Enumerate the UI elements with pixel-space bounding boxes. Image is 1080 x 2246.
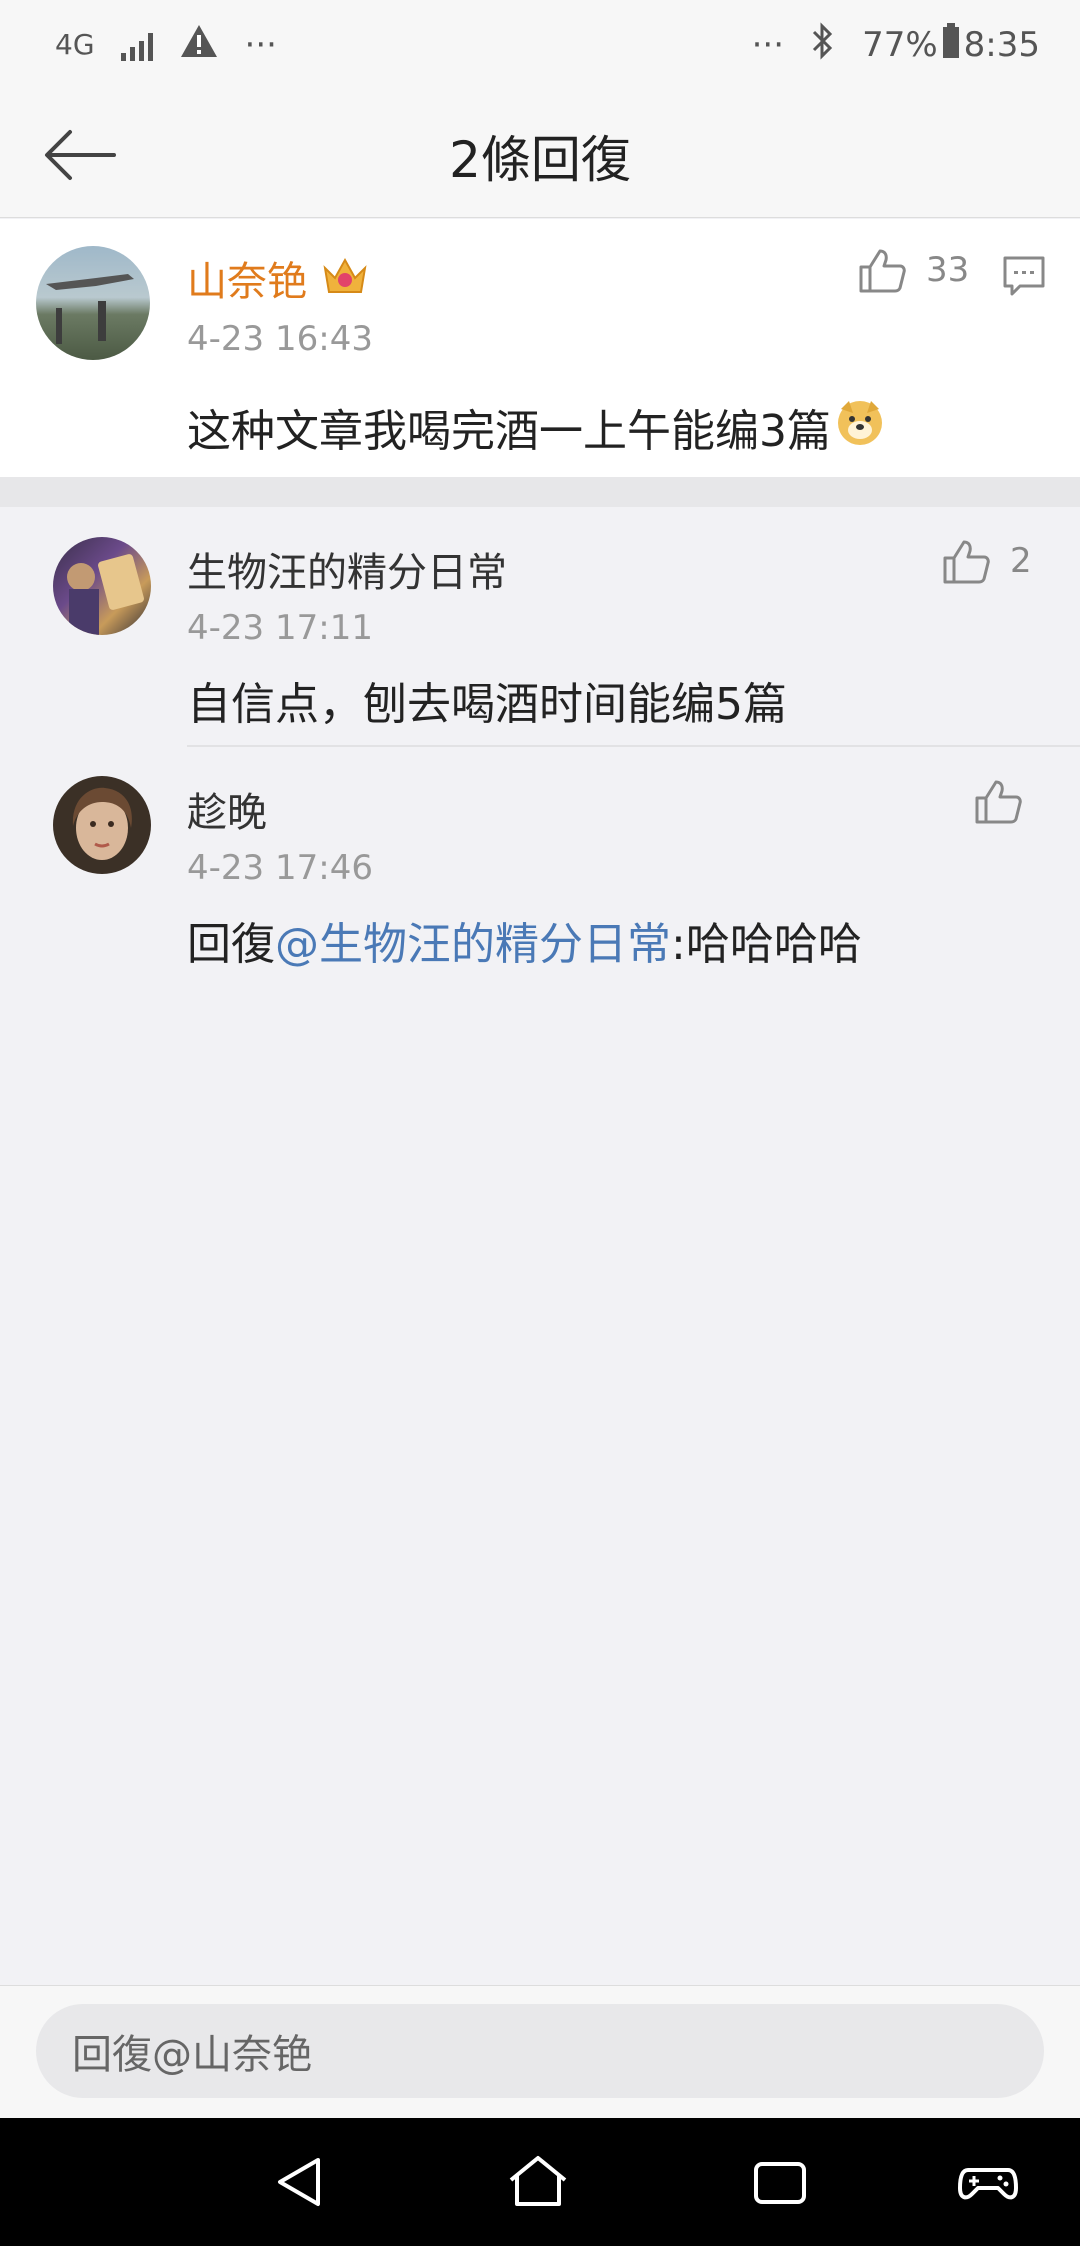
reply-comment-button[interactable]: [1002, 255, 1046, 301]
battery-icon: [942, 22, 960, 68]
game-mode-button[interactable]: [958, 2152, 1028, 2212]
like-button[interactable]: 33: [858, 247, 969, 293]
comment-time: 4-23 17:11: [187, 608, 373, 648]
like-count: 33: [926, 250, 970, 290]
reply-input-placeholder: 回復@山奈铯: [72, 2032, 312, 2078]
avatar[interactable]: [53, 776, 151, 874]
crown-badge-icon: [321, 254, 369, 302]
clock: 8:35: [963, 25, 1040, 65]
like-button[interactable]: 2: [942, 538, 1032, 584]
warning-icon: [179, 23, 219, 68]
comment-text-row: 这种文章我喝完酒一上午能编3篇: [187, 395, 885, 459]
username[interactable]: 山奈铯: [187, 249, 307, 307]
nav-back-button[interactable]: [270, 2152, 340, 2212]
nav-home-button[interactable]: [505, 2152, 575, 2212]
main-comment: 山奈铯 4-23 16:43 33 这种文章我喝完酒一上午能编3篇: [0, 219, 1080, 477]
reply-bar: 回復@山奈铯: [0, 1985, 1080, 2118]
network-type: 4G: [55, 28, 95, 61]
system-nav-bar: [0, 2118, 1080, 2246]
bluetooth-icon: [810, 21, 836, 69]
like-button[interactable]: [974, 778, 1022, 824]
signal-icon: [120, 29, 153, 61]
avatar[interactable]: [53, 537, 151, 635]
game-controller-icon: [958, 2168, 1018, 2200]
header-bar: 2條回復: [0, 90, 1080, 218]
section-divider: [0, 477, 1080, 507]
username[interactable]: 趁晚: [187, 780, 267, 838]
battery-percent: 77%: [862, 25, 938, 65]
like-count: 2: [1010, 541, 1032, 581]
reply-input[interactable]: 回復@山奈铯: [36, 2004, 1044, 2098]
more-status: ···: [751, 25, 785, 65]
username[interactable]: 生物汪的精分日常: [187, 540, 507, 598]
page-title: 2條回復: [449, 131, 631, 189]
comment-time: 4-23 17:46: [187, 848, 373, 888]
nav-recent-button[interactable]: [750, 2152, 820, 2212]
avatar[interactable]: [36, 246, 150, 360]
thumbs-up-icon: [859, 249, 906, 293]
more-notifications: ···: [244, 25, 277, 65]
doge-emoji-icon: [835, 397, 885, 458]
mention-link[interactable]: @生物汪的精分日常: [275, 919, 671, 970]
status-bar: 4G ··· ··· 77% 8:35: [0, 0, 1080, 90]
thumbs-up-icon: [975, 780, 1022, 824]
thumbs-up-icon: [943, 540, 990, 584]
nav-home-icon: [509, 2156, 567, 2206]
comment-text: 自信点，刨去喝酒时间能编5篇: [187, 679, 787, 730]
reply-prefix: 回復: [187, 919, 275, 970]
nav-recent-icon: [754, 2162, 806, 2204]
comment-icon: [1003, 256, 1045, 296]
reply-suffix: :哈哈哈哈: [671, 919, 862, 970]
divider: [187, 745, 1080, 747]
comment-time: 4-23 16:43: [187, 319, 373, 359]
comment-text: 回復@生物汪的精分日常:哈哈哈哈: [187, 908, 862, 972]
nav-back-icon: [278, 2158, 320, 2206]
comment-text: 这种文章我喝完酒一上午能编3篇: [187, 406, 831, 457]
